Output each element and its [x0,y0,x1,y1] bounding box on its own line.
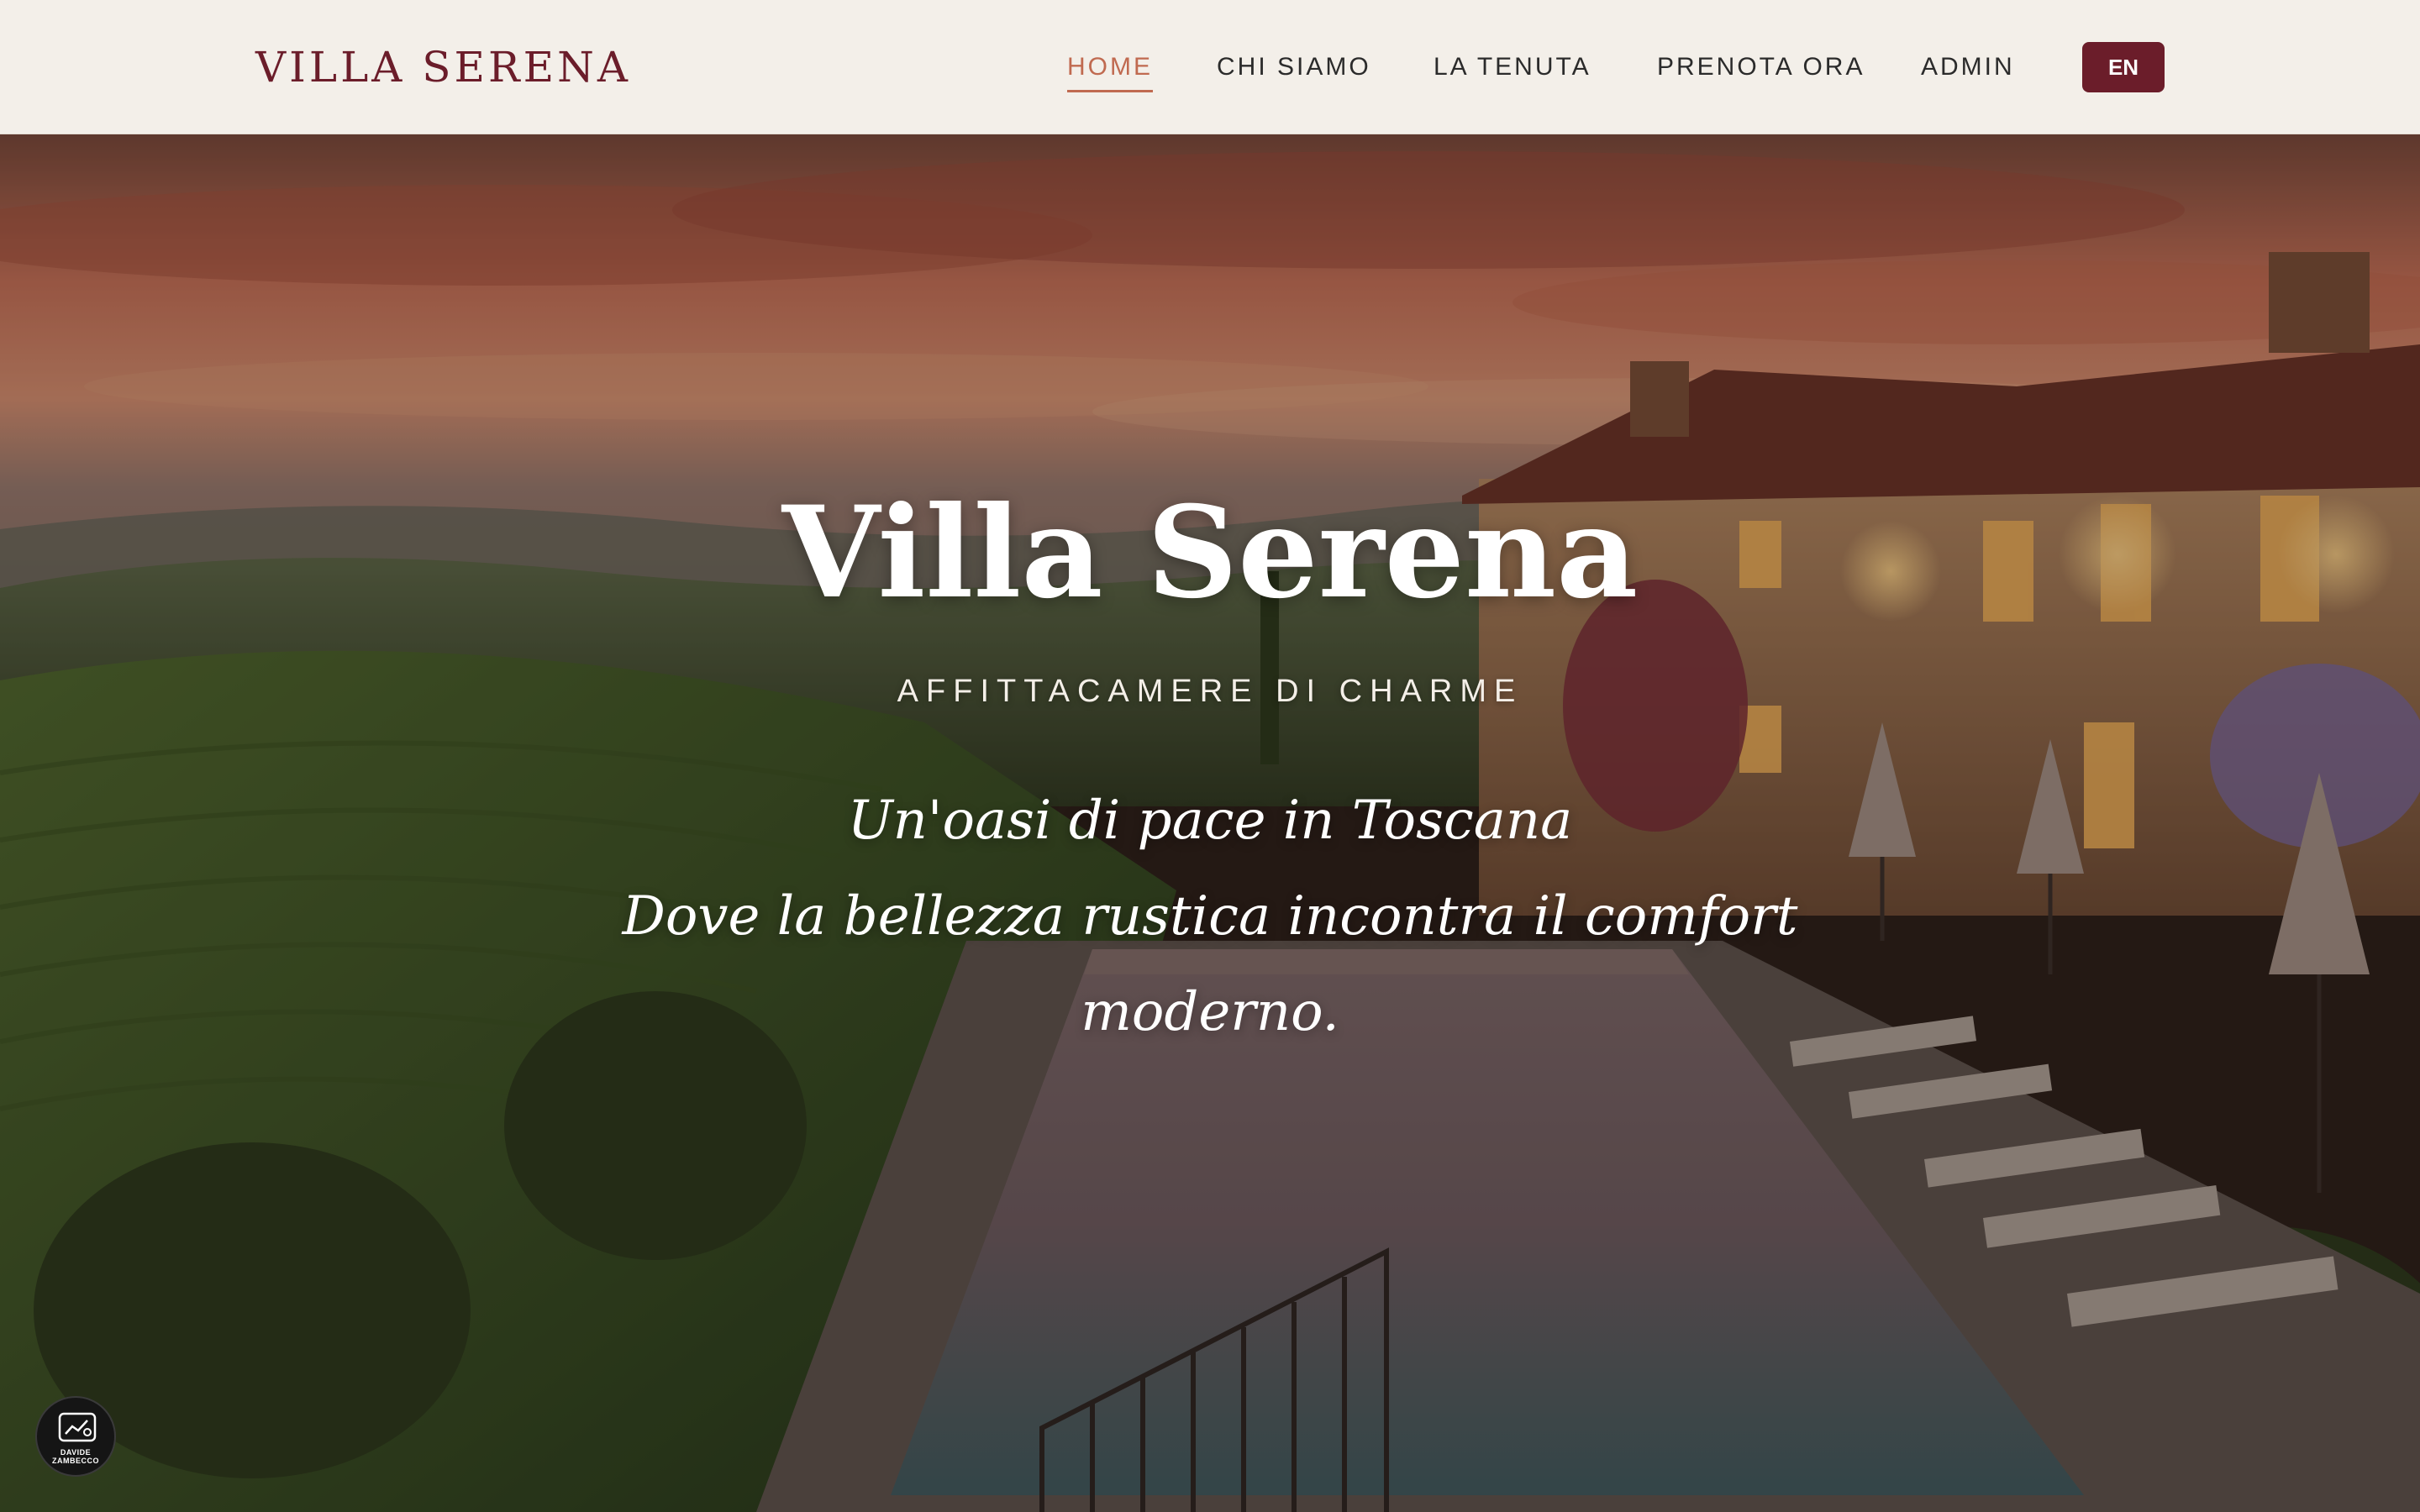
hero-tagline: Un'oasi di pace in Toscana Dove la belle… [622,773,1798,1060]
nav-item-la-tenuta[interactable]: LA TENUTA [1434,44,1591,91]
hero-subtitle: AFFITTACAMERE DI CHARME [897,674,1523,709]
nav-item-home-label: HOME [1067,53,1153,81]
author-badge[interactable]: DAVIDE ZAMBECCO [35,1396,116,1477]
badge-text-line-2: ZAMBECCO [52,1457,99,1465]
site-header: VILLA SERENA HOME CHI SIAMO LA TENUTA PR… [0,0,2420,134]
language-toggle-button[interactable]: EN [2082,42,2165,92]
nav-item-prenota-ora[interactable]: PRENOTA ORA [1657,44,1865,91]
nav-item-admin[interactable]: ADMIN [1921,44,2015,91]
chart-icon [58,1412,97,1442]
hero-tagline-line-2: Dove la bellezza rustica incontra il com… [622,885,1798,1043]
brand-logo[interactable]: VILLA SERENA [255,39,631,96]
badge-text: DAVIDE ZAMBECCO [37,1448,114,1465]
badge-text-line-1: DAVIDE [60,1448,92,1457]
hero-section: Villa Serena AFFITTACAMERE DI CHARME Un'… [0,134,2420,1512]
hero-title: Villa Serena [781,479,1639,627]
nav-item-home[interactable]: HOME [1067,44,1153,92]
nav-item-chi-siamo[interactable]: CHI SIAMO [1217,44,1371,91]
active-nav-underline [1067,90,1153,92]
hero-tagline-line-1: Un'oasi di pace in Toscana [847,790,1573,852]
